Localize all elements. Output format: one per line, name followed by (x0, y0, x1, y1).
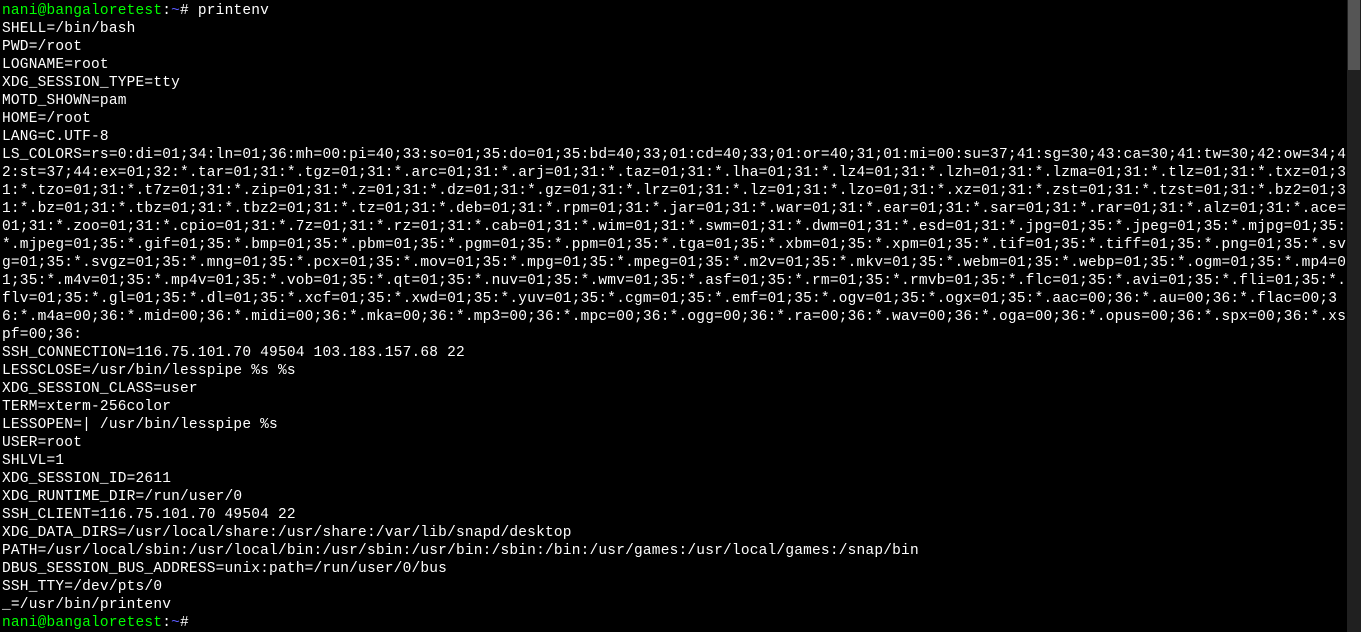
env-pwd: PWD=/root (2, 39, 82, 55)
prompt2-hash: # (180, 615, 189, 631)
env-ssh-client: SSH_CLIENT=116.75.101.70 49504 22 (2, 507, 296, 523)
env-ssh-connection: SSH_CONNECTION=116.75.101.70 49504 103.1… (2, 345, 465, 361)
scrollbar-thumb[interactable] (1348, 0, 1360, 70)
scrollbar-track[interactable] (1347, 0, 1361, 632)
prompt-user: nani (2, 3, 38, 19)
env-ls-colors: LS_COLORS=rs=0:di=01;34:ln=01;36:mh=00:p… (2, 147, 1346, 343)
env-xdg-data-dirs: XDG_DATA_DIRS=/usr/local/share:/usr/shar… (2, 525, 572, 541)
prompt-colon: : (162, 3, 171, 19)
prompt-path: ~ (171, 3, 180, 19)
env-dbus-session-bus: DBUS_SESSION_BUS_ADDRESS=unix:path=/run/… (2, 561, 447, 577)
env-underscore: _=/usr/bin/printenv (2, 597, 171, 613)
prompt2-colon: : (162, 615, 171, 631)
env-logname: LOGNAME=root (2, 57, 109, 73)
command-text: printenv (198, 3, 269, 19)
env-xdg-session-type: XDG_SESSION_TYPE=tty (2, 75, 180, 91)
terminal-output[interactable]: nani@bangaloretest:~# printenv SHELL=/bi… (0, 0, 1347, 632)
env-motd-shown: MOTD_SHOWN=pam (2, 93, 127, 109)
prompt2-host: bangaloretest (47, 615, 163, 631)
env-home: HOME=/root (2, 111, 91, 127)
env-path: PATH=/usr/local/sbin:/usr/local/bin:/usr… (2, 543, 919, 559)
prompt-hash: # (180, 3, 198, 19)
env-shlvl: SHLVL=1 (2, 453, 64, 469)
env-user: USER=root (2, 435, 82, 451)
prompt2-user: nani (2, 615, 38, 631)
env-lang: LANG=C.UTF-8 (2, 129, 109, 145)
prompt-host: bangaloretest (47, 3, 163, 19)
env-xdg-runtime-dir: XDG_RUNTIME_DIR=/run/user/0 (2, 489, 242, 505)
env-xdg-session-class: XDG_SESSION_CLASS=user (2, 381, 198, 397)
prompt2-at: @ (38, 615, 47, 631)
env-lessopen: LESSOPEN=| /usr/bin/lesspipe %s (2, 417, 278, 433)
env-lessclose: LESSCLOSE=/usr/bin/lesspipe %s %s (2, 363, 296, 379)
env-shell: SHELL=/bin/bash (2, 21, 136, 37)
env-ssh-tty: SSH_TTY=/dev/pts/0 (2, 579, 162, 595)
prompt2-path: ~ (171, 615, 180, 631)
prompt-at: @ (38, 3, 47, 19)
env-term: TERM=xterm-256color (2, 399, 171, 415)
env-xdg-session-id: XDG_SESSION_ID=2611 (2, 471, 171, 487)
